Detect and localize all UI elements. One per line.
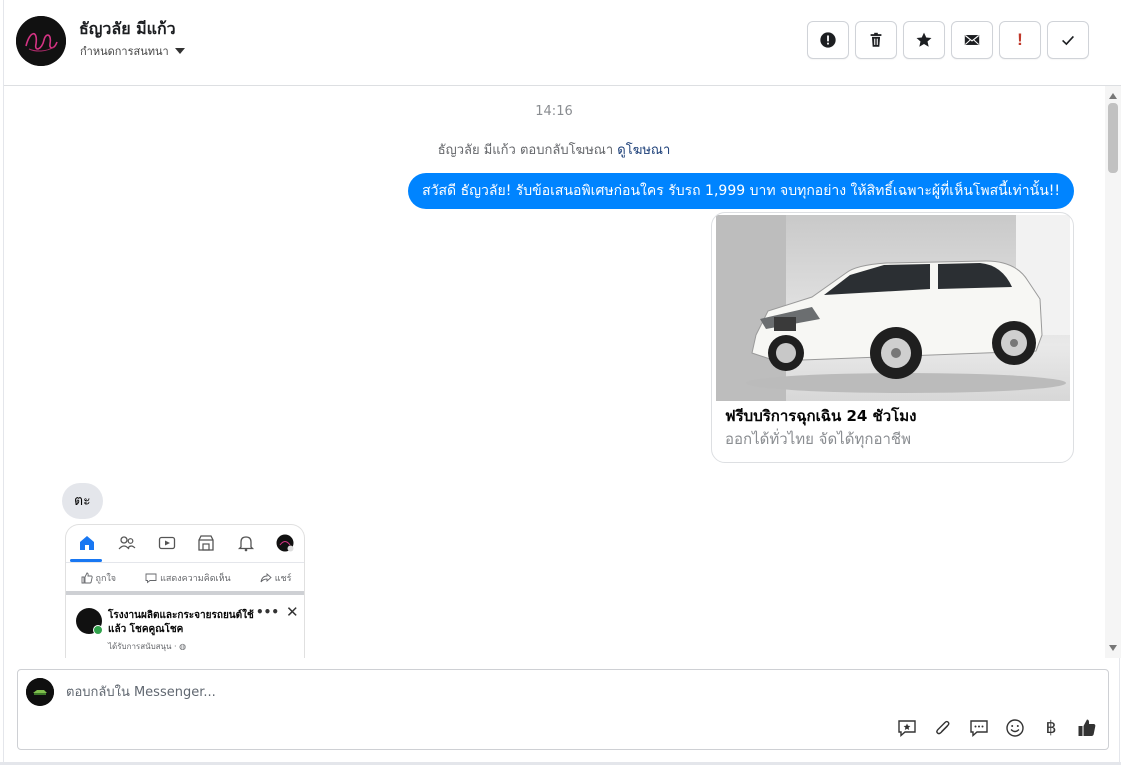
marketplace-icon	[197, 534, 215, 552]
envelope-icon	[964, 35, 980, 45]
post-page-name: โรงงานผลิตและกระจายรถยนต์ใช้แล้ว โชคคูณโ…	[108, 610, 254, 635]
saved-reply-button[interactable]	[896, 717, 918, 739]
contact-avatar[interactable]	[16, 16, 66, 66]
contact-name[interactable]: ธัญวลัย มีแก้ว	[79, 17, 176, 42]
like-send-button[interactable]	[1076, 717, 1098, 739]
inbox-conversation-panel: ธัญวลัย มีแก้ว กำหนดการสนทนา ! 14:16 ธัญ…	[3, 0, 1121, 765]
ad-card-subtitle: ออกได้ทั่วไทย จัดได้ทุกอาชีพ	[725, 430, 911, 448]
outgoing-message-bubble[interactable]: สวัสดี ธัญวลัย! รับข้อเสนอพิเศษก่อนใคร ร…	[408, 173, 1074, 209]
comment-label: แสดงความคิดเห็น	[160, 574, 231, 584]
like-label: ถูกใจ	[95, 574, 117, 584]
assign-label: กำหนดการสนทนา	[80, 45, 169, 58]
trash-icon	[870, 32, 882, 47]
page-avatar	[26, 678, 54, 706]
ad-card-title: ฟรีบบริการฉุกเฉิน 24 ชัวโมง	[725, 407, 917, 425]
mark-unread-button[interactable]	[951, 21, 993, 59]
video-icon	[158, 534, 176, 552]
incoming-message-bubble[interactable]: ตะ	[62, 483, 103, 519]
assign-conversation-dropdown[interactable]: กำหนดการสนทนา	[80, 42, 185, 60]
payment-button[interactable]: ฿	[1040, 717, 1062, 739]
like-action: ถูกใจ	[81, 571, 117, 585]
fb-nav-bar	[66, 525, 304, 563]
conversation-actions: !	[807, 21, 1089, 59]
quick-replies-button[interactable]	[968, 717, 990, 739]
scroll-thumb[interactable]	[1108, 103, 1118, 173]
composer-toolbar: ฿	[896, 717, 1098, 739]
chat-star-icon	[898, 720, 916, 738]
scroll-down-arrow-icon[interactable]	[1109, 645, 1117, 651]
ad-reply-text: ธัญวลัย มีแก้ว ตอบกลับโฆษณา	[437, 143, 614, 158]
more-options-icon: •••	[256, 605, 280, 619]
bell-icon	[237, 534, 255, 552]
incoming-image-attachment[interactable]: ถูกใจ แสดงความคิดเห็น แชร์ โรงงานผลิตและ…	[65, 524, 305, 658]
important-button[interactable]: !	[999, 21, 1041, 59]
paperclip-icon	[936, 720, 950, 735]
reply-composer: ฿	[17, 669, 1109, 750]
home-icon	[78, 534, 96, 552]
thumbs-up-icon	[1078, 719, 1096, 736]
spam-button[interactable]	[807, 21, 849, 59]
alert-circle-icon	[820, 32, 836, 48]
smiley-icon	[1006, 719, 1024, 737]
message-thread[interactable]: 14:16 ธัญวลัย มีแก้ว ตอบกลับโฆษณา ดูโฆษณ…	[4, 86, 1121, 658]
profile-avatar-icon	[276, 534, 294, 552]
share-action: แชร์	[260, 571, 292, 585]
active-tab-indicator	[70, 559, 102, 562]
view-ad-link[interactable]: ดูโฆษณา	[617, 143, 670, 158]
scroll-up-arrow-icon[interactable]	[1109, 93, 1117, 99]
chat-bubble-icon	[970, 720, 988, 738]
star-icon	[916, 32, 932, 47]
reply-input[interactable]	[66, 682, 966, 702]
baht-icon: ฿	[1045, 718, 1057, 738]
attach-button[interactable]	[932, 717, 954, 739]
delete-button[interactable]	[855, 21, 897, 59]
check-icon	[1062, 35, 1074, 46]
emoji-button[interactable]	[1004, 717, 1026, 739]
ad-car-image	[716, 215, 1070, 401]
thread-scrollbar[interactable]	[1105, 86, 1121, 658]
ad-card[interactable]: ฟรีบบริการฉุกเฉิน 24 ชัวโมง ออกได้ทั่วไท…	[711, 212, 1074, 463]
post-page-avatar	[76, 608, 103, 635]
close-icon: ✕	[286, 603, 299, 621]
friends-icon	[118, 534, 136, 552]
message-timestamp: 14:16	[535, 104, 573, 119]
star-button[interactable]	[903, 21, 945, 59]
mark-done-button[interactable]	[1047, 21, 1089, 59]
caret-down-icon	[174, 48, 185, 54]
comment-action: แสดงความคิดเห็น	[145, 571, 231, 585]
fb-reaction-bar: ถูกใจ แสดงความคิดเห็น แชร์	[66, 565, 304, 595]
post-sponsored-label: ได้รับการสนับสนุน · ◍	[108, 642, 187, 651]
ad-reply-notice: ธัญวลัย มีแก้ว ตอบกลับโฆษณา ดูโฆษณา	[4, 139, 1104, 160]
share-label: แชร์	[274, 574, 292, 584]
exclamation-icon: !	[1017, 30, 1023, 49]
conversation-header: ธัญวลัย มีแก้ว กำหนดการสนทนา !	[4, 0, 1121, 86]
